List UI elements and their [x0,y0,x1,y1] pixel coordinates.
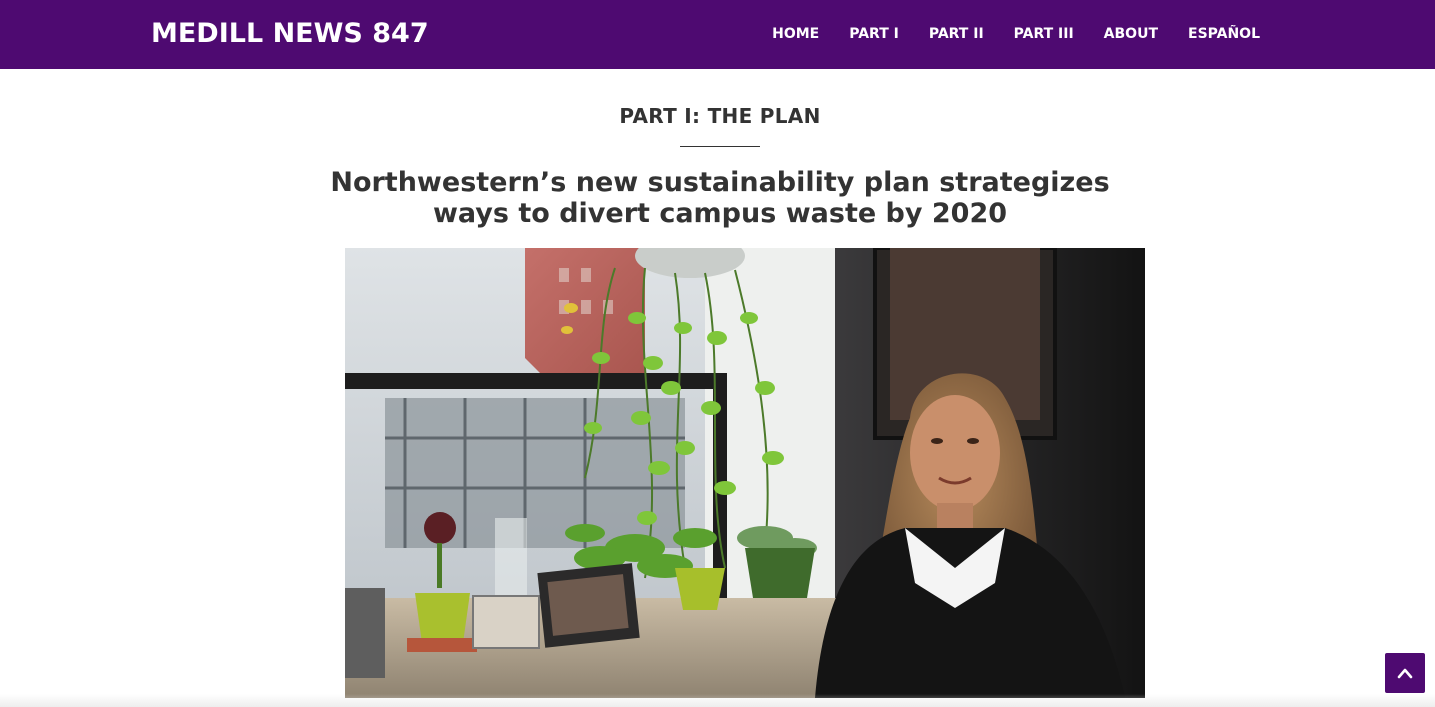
nav-part-iii[interactable]: PART III [1014,24,1074,44]
chevron-up-icon [1397,668,1413,679]
nav-part-i[interactable]: PART I [849,24,899,44]
nav-about[interactable]: ABOUT [1104,24,1158,44]
title-divider [680,146,760,147]
main-nav: HOME PART I PART II PART III ABOUT ESPAÑ… [742,24,1260,44]
section-kicker: PART I: THE PLAN [619,104,821,128]
nav-part-ii[interactable]: PART II [929,24,984,44]
article-headline: Northwestern’s new sustainability plan s… [330,167,1110,229]
site-logo[interactable]: MEDILL NEWS 847 [151,17,429,51]
page-bottom-shadow [0,694,1435,707]
article-photo [345,248,1145,698]
nav-home[interactable]: HOME [772,24,819,44]
site-header: MEDILL NEWS 847 HOME PART I PART II PART… [0,0,1435,69]
back-to-top-button[interactable] [1385,653,1425,693]
nav-espanol[interactable]: ESPAÑOL [1188,24,1260,44]
